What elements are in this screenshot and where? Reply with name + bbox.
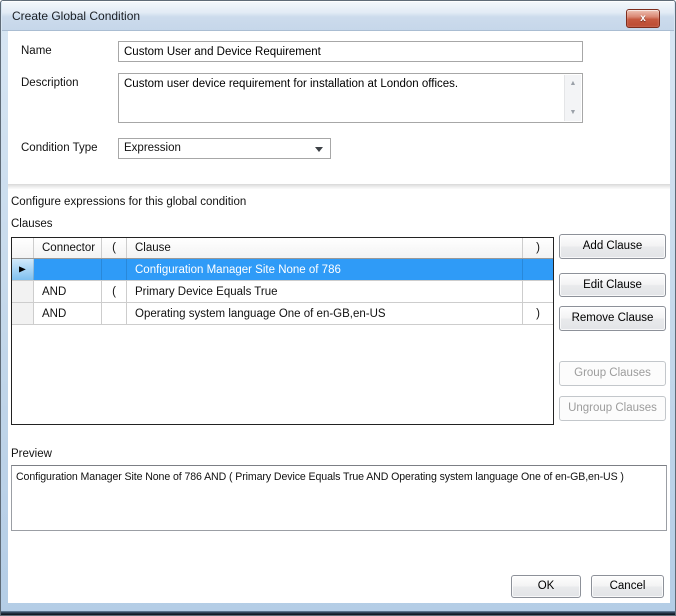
cell-close-paren bbox=[523, 281, 553, 302]
table-row[interactable]: AND Operating system language One of en-… bbox=[12, 303, 553, 325]
cell-clause: Primary Device Equals True bbox=[127, 281, 523, 302]
add-clause-button[interactable]: Add Clause bbox=[559, 234, 666, 259]
window-title: Create Global Condition bbox=[12, 9, 140, 23]
description-label: Description bbox=[21, 77, 79, 89]
condition-type-label: Condition Type bbox=[21, 142, 98, 154]
ungroup-clauses-button: Ungroup Clauses bbox=[559, 396, 666, 421]
row-selector[interactable]: ▶ bbox=[12, 259, 34, 280]
description-input[interactable]: Custom user device requirement for insta… bbox=[118, 73, 583, 123]
name-label: Name bbox=[21, 45, 52, 57]
current-row-arrow-icon: ▶ bbox=[19, 265, 26, 275]
cell-connector: AND bbox=[34, 303, 102, 324]
clauses-label: Clauses bbox=[11, 218, 53, 230]
cell-open-paren bbox=[102, 303, 127, 324]
cell-close-paren: ) bbox=[523, 303, 553, 324]
edit-clause-button[interactable]: Edit Clause bbox=[559, 273, 666, 297]
cancel-button[interactable]: Cancel bbox=[591, 575, 664, 598]
close-icon[interactable]: x bbox=[626, 9, 660, 28]
preview-box: Configuration Manager Site None of 786 A… bbox=[11, 465, 667, 531]
clauses-table: Connector ( Clause ) ▶ Configuration Man… bbox=[11, 237, 554, 425]
cell-clause: Configuration Manager Site None of 786 bbox=[127, 259, 523, 280]
configure-expressions-label: Configure expressions for this global co… bbox=[11, 196, 246, 208]
cell-close-paren bbox=[523, 259, 553, 280]
create-global-condition-dialog: Create Global Condition x Name Descripti… bbox=[0, 0, 676, 616]
preview-label: Preview bbox=[11, 448, 52, 460]
condition-type-value: Expression bbox=[124, 142, 181, 154]
preview-text: Configuration Manager Site None of 786 A… bbox=[16, 471, 664, 483]
scroll-up-icon[interactable]: ▲ bbox=[565, 76, 581, 91]
description-scrollbar[interactable]: ▲ ▼ bbox=[564, 75, 581, 121]
table-row[interactable]: ▶ Configuration Manager Site None of 786 bbox=[12, 259, 553, 281]
scroll-down-icon[interactable]: ▼ bbox=[565, 105, 581, 120]
remove-clause-button[interactable]: Remove Clause bbox=[559, 306, 666, 331]
group-clauses-button: Group Clauses bbox=[559, 361, 666, 386]
cell-connector: AND bbox=[34, 281, 102, 302]
cell-connector bbox=[34, 259, 102, 280]
ok-button[interactable]: OK bbox=[511, 575, 581, 598]
cell-clause: Operating system language One of en-GB,e… bbox=[127, 303, 523, 324]
cell-open-paren bbox=[102, 259, 127, 280]
chevron-down-icon bbox=[315, 147, 323, 152]
clauses-table-header: Connector ( Clause ) bbox=[12, 238, 553, 259]
row-selector[interactable] bbox=[12, 303, 34, 324]
header-connector: Connector bbox=[34, 238, 102, 258]
table-row[interactable]: AND ( Primary Device Equals True bbox=[12, 281, 553, 303]
cell-open-paren: ( bbox=[102, 281, 127, 302]
header-row-selector bbox=[12, 238, 34, 258]
header-clause: Clause bbox=[127, 238, 523, 258]
dialog-content: Name Description Custom user device requ… bbox=[8, 31, 670, 603]
row-selector[interactable] bbox=[12, 281, 34, 302]
header-close-paren: ) bbox=[523, 238, 553, 258]
condition-type-dropdown[interactable]: Expression bbox=[118, 138, 331, 159]
description-text: Custom user device requirement for insta… bbox=[124, 77, 560, 91]
header-open-paren: ( bbox=[102, 238, 127, 258]
section-separator bbox=[8, 184, 670, 189]
name-input[interactable] bbox=[118, 41, 583, 62]
title-bar[interactable]: Create Global Condition x bbox=[2, 1, 674, 31]
